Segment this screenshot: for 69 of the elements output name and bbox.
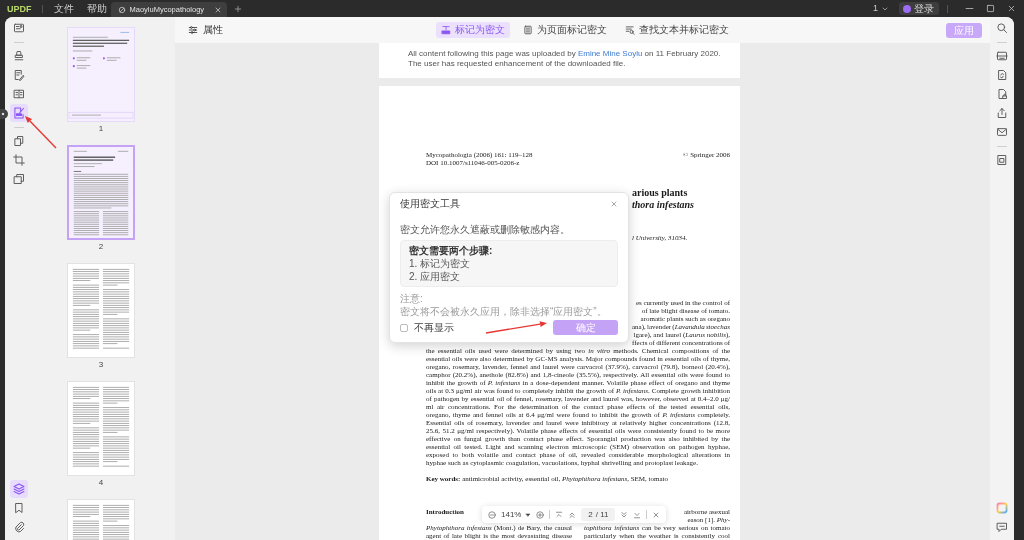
close-icon[interactable] — [652, 510, 661, 519]
mode-tab[interactable]: 标记为密文 — [436, 22, 510, 38]
checkbox[interactable] — [400, 323, 408, 332]
mail-icon[interactable] — [996, 126, 1008, 138]
text-redact-icon — [441, 25, 451, 35]
mode-tab[interactable]: 为页面标记密文 — [518, 22, 612, 38]
copy-icon[interactable] — [13, 173, 25, 185]
gradient-tile-icon[interactable] — [996, 502, 1008, 514]
caret-down-icon — [525, 511, 532, 518]
login-button[interactable]: 登录 — [899, 2, 939, 15]
chat-icon[interactable] — [996, 521, 1008, 533]
checkbox-label[interactable]: 不再显示 — [414, 320, 454, 335]
page-thumbnail[interactable] — [67, 27, 135, 122]
dialog-text: 密文允许您永久遮蔽或删除敏感内容。 — [400, 223, 571, 237]
close-icon[interactable] — [214, 5, 223, 14]
layers-icon[interactable] — [10, 480, 28, 498]
title-text: arious plants — [632, 187, 688, 199]
page-columns-icon[interactable] — [13, 88, 25, 100]
app-logo: UPDF — [7, 2, 32, 15]
previous-page-icon[interactable] — [568, 510, 577, 519]
stacked-pages-icon[interactable] — [13, 135, 25, 147]
mode-tab[interactable]: 查找文本并标记密文 — [620, 22, 734, 38]
sliders-icon — [188, 25, 198, 35]
next-page-icon[interactable] — [620, 510, 629, 519]
zoom-in-icon[interactable] — [536, 510, 545, 519]
window-switcher[interactable]: 1 — [873, 3, 889, 14]
slashed-circle-icon — [117, 5, 126, 14]
file-lock-icon[interactable] — [996, 88, 1008, 100]
request-note-text: The user has requested enhancement of the downloaded file. — [408, 59, 626, 69]
collapse-handle[interactable] — [0, 109, 8, 119]
paperclip-icon[interactable] — [13, 521, 25, 533]
search-icon[interactable] — [996, 22, 1008, 34]
text-search-icon — [625, 25, 635, 35]
share-icon[interactable] — [996, 107, 1008, 119]
dialog-title: 使用密文工具 — [400, 197, 460, 211]
page-thumbnail[interactable] — [67, 145, 135, 240]
crop-icon[interactable] — [13, 154, 25, 166]
step-text: 2. 应用密文 — [409, 270, 462, 283]
note-label: 注意: — [400, 292, 424, 305]
plus-icon[interactable] — [234, 4, 243, 13]
page-number: 2 — [98, 242, 104, 252]
page-icon — [523, 25, 533, 35]
upload-note-text: All content following this page was uploaded by Emine Mine Soylu on 11 February 2020. — [408, 49, 721, 59]
avatar-icon — [903, 4, 911, 13]
stamp-icon[interactable] — [13, 50, 25, 62]
zoom-level-dropdown[interactable]: 141% — [501, 509, 532, 520]
annotation-arrow — [22, 113, 58, 150]
note-text: 密文将不会被永久应用，除非选择“应用密文”。 — [400, 305, 608, 318]
page-number: 3 — [98, 360, 104, 370]
page-total-text: / 11 — [595, 509, 609, 520]
scan-icon[interactable] — [996, 50, 1008, 62]
title-text: thora infestans — [632, 199, 694, 211]
zoom-out-icon[interactable] — [488, 510, 496, 519]
properties-button[interactable]: 属性 — [188, 24, 223, 36]
steps-heading: 密文需要两个步骤: — [409, 244, 494, 257]
menu-item[interactable]: 帮助 — [86, 2, 107, 15]
document-box-icon[interactable] — [996, 154, 1008, 166]
page-number-field[interactable]: 2 / 11 — [581, 508, 616, 521]
file-convert-icon[interactable] — [996, 69, 1008, 81]
page-number: 1 — [98, 124, 104, 134]
step-text: 1. 标记为密文 — [409, 257, 472, 270]
edit-page-icon[interactable] — [13, 69, 25, 81]
page-number: 4 — [98, 478, 104, 488]
bookmark-icon[interactable] — [13, 502, 25, 514]
menu-item[interactable]: 文件 — [53, 2, 74, 15]
redact-icon[interactable] — [10, 104, 28, 122]
maximize-icon[interactable] — [986, 4, 995, 13]
document-view-icon[interactable] — [13, 22, 25, 34]
uploader-link[interactable]: Emine Mine Soylu — [577, 49, 643, 58]
